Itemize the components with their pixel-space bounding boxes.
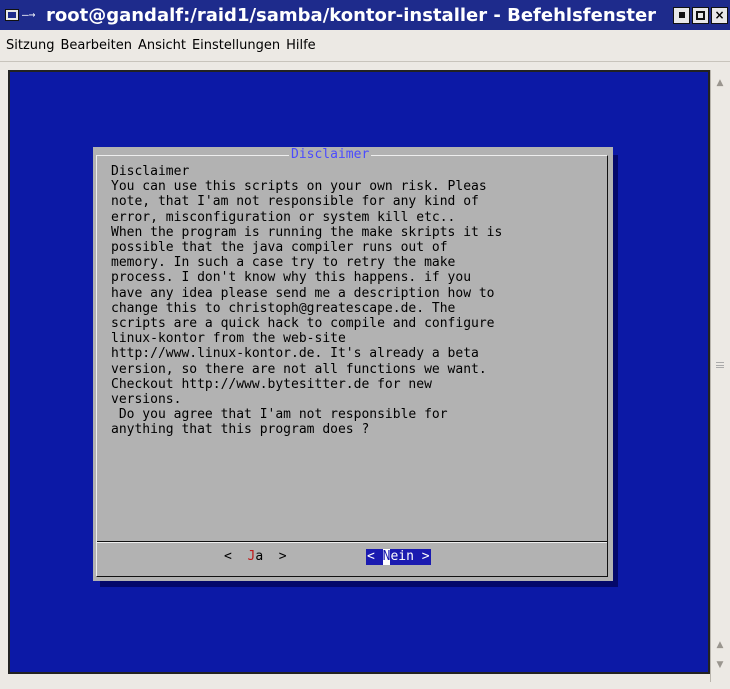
menu-sitzung[interactable]: Sitzung: [4, 38, 59, 53]
close-button[interactable]: ×: [711, 6, 728, 24]
vertical-scrollbar[interactable]: ▲ ▲ ▼: [710, 70, 728, 682]
minimize-icon: [678, 12, 685, 18]
dialog-title: Disclaimer: [289, 147, 372, 162]
menu-ansicht[interactable]: Ansicht: [136, 38, 190, 53]
dialog-divider-highlight: [97, 542, 607, 543]
scroll-up-icon[interactable]: ▲: [712, 636, 728, 654]
window-title: root@gandalf:/raid1/samba/kontor-install…: [46, 4, 657, 26]
maximize-icon: [696, 10, 705, 20]
window-menu-icon[interactable]: [5, 9, 19, 21]
scroll-down-icon[interactable]: ▼: [712, 656, 728, 674]
yes-button-right: >: [263, 549, 287, 564]
menu-bearbeiten[interactable]: Bearbeiten: [59, 38, 136, 53]
dialog-message: Disclaimer You can use this scripts on y…: [111, 164, 503, 438]
terminal-icon: —→: [22, 8, 36, 21]
menu-hilfe[interactable]: Hilfe: [284, 38, 320, 53]
scroll-up-icon[interactable]: ▲: [712, 74, 728, 92]
no-button-label: ein: [390, 549, 414, 564]
window-titlebar[interactable]: —→ root@gandalf:/raid1/samba/kontor-inst…: [0, 0, 730, 30]
maximize-button[interactable]: [692, 6, 709, 24]
minimize-button[interactable]: [673, 6, 690, 24]
menu-einstellungen[interactable]: Einstellungen: [190, 38, 284, 53]
no-button[interactable]: < Nein >: [366, 549, 431, 565]
menubar: Sitzung Bearbeiten Ansicht Einstellungen…: [0, 30, 730, 62]
scroll-thumb-grip[interactable]: [716, 362, 724, 368]
disclaimer-dialog: Disclaimer Disclaimer You can use this s…: [93, 147, 613, 581]
yes-button[interactable]: < Ja >: [224, 549, 287, 565]
window-controls: ×: [671, 6, 728, 24]
no-button-left: <: [367, 549, 383, 564]
no-button-right: >: [413, 549, 430, 564]
window-bottom-border: [0, 682, 730, 689]
yes-button-label: a: [255, 549, 264, 564]
yes-button-left: <: [224, 549, 248, 564]
